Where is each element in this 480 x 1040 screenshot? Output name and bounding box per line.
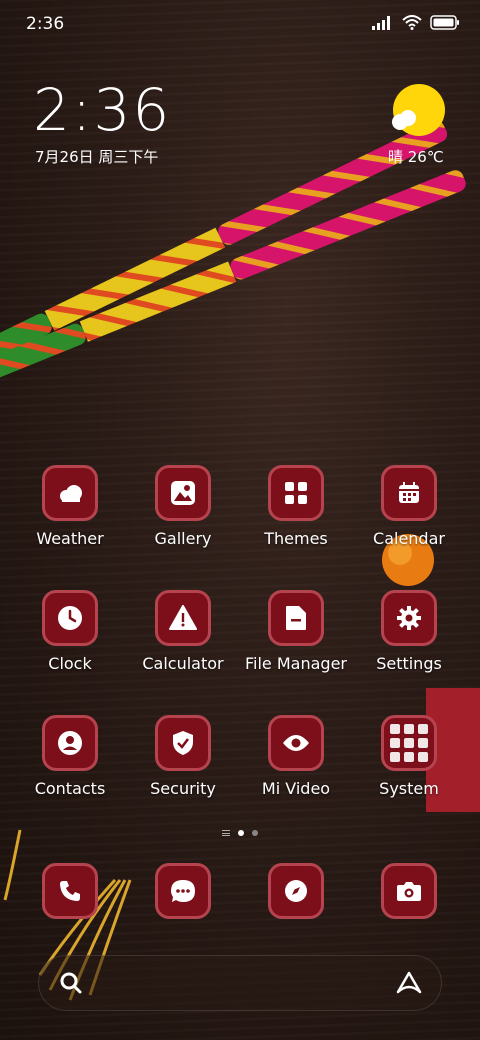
app-security[interactable]: Security bbox=[127, 715, 239, 798]
page-dot bbox=[252, 830, 258, 836]
weather-icon bbox=[42, 465, 98, 521]
clock-widget-date: 7月26日 周三下午 bbox=[35, 148, 159, 166]
app-file-manager[interactable]: File Manager bbox=[240, 590, 352, 673]
settings-icon bbox=[381, 590, 437, 646]
app-themes[interactable]: Themes bbox=[240, 465, 352, 548]
app-calendar[interactable]: Calendar bbox=[353, 465, 465, 548]
app-label: System bbox=[379, 779, 439, 798]
app-label: Themes bbox=[264, 529, 328, 548]
assistant-icon[interactable] bbox=[395, 970, 423, 996]
dock-camera[interactable] bbox=[353, 863, 465, 919]
app-label: Calculator bbox=[142, 654, 224, 673]
security-icon bbox=[155, 715, 211, 771]
weather-widget-text: 晴 26℃ bbox=[388, 148, 444, 166]
page-indicator-menu-icon bbox=[222, 830, 230, 836]
weather-widget[interactable]: 晴 26℃ bbox=[388, 84, 448, 166]
app-label: Calendar bbox=[373, 529, 445, 548]
battery-icon bbox=[430, 15, 459, 30]
app-clock[interactable]: Clock bbox=[14, 590, 126, 673]
app-label: Contacts bbox=[34, 779, 106, 798]
wifi-icon bbox=[402, 15, 422, 30]
home-screen: 2:36 2:36 7月26日 周三下午 晴 26℃ Weather Galle… bbox=[0, 0, 480, 1040]
contacts-icon bbox=[42, 715, 98, 771]
browser-icon bbox=[268, 863, 324, 919]
clock-icon bbox=[42, 590, 98, 646]
app-gallery[interactable]: Gallery bbox=[127, 465, 239, 548]
app-system-folder[interactable]: System bbox=[353, 715, 465, 798]
clock-widget-time[interactable]: 2:36 bbox=[33, 76, 171, 144]
page-indicator[interactable] bbox=[0, 830, 480, 836]
search-icon bbox=[60, 972, 82, 994]
app-label: Clock bbox=[48, 654, 92, 673]
app-label: Settings bbox=[376, 654, 442, 673]
cloud-icon-part bbox=[400, 110, 416, 126]
app-label: Security bbox=[150, 779, 216, 798]
app-label: Weather bbox=[36, 529, 104, 548]
gallery-icon bbox=[155, 465, 211, 521]
app-weather[interactable]: Weather bbox=[14, 465, 126, 548]
signal-icon bbox=[372, 15, 390, 30]
app-label: Mi Video bbox=[261, 779, 331, 798]
app-mi-video[interactable]: Mi Video bbox=[240, 715, 352, 798]
app-settings[interactable]: Settings bbox=[353, 590, 465, 673]
status-time: 2:36 bbox=[26, 14, 65, 34]
app-contacts[interactable]: Contacts bbox=[14, 715, 126, 798]
messages-icon bbox=[155, 863, 211, 919]
dock-phone[interactable] bbox=[14, 863, 126, 919]
file-manager-icon bbox=[268, 590, 324, 646]
page-dot-active bbox=[238, 830, 244, 836]
app-calculator[interactable]: Calculator bbox=[127, 590, 239, 673]
calendar-icon bbox=[381, 465, 437, 521]
search-bar[interactable] bbox=[38, 955, 442, 1011]
phone-icon bbox=[42, 863, 98, 919]
system-folder-icon bbox=[381, 715, 437, 771]
themes-icon bbox=[268, 465, 324, 521]
app-label: File Manager bbox=[245, 654, 347, 673]
mi-video-icon bbox=[268, 715, 324, 771]
calculator-icon bbox=[155, 590, 211, 646]
dock-messages[interactable] bbox=[127, 863, 239, 919]
app-label: Gallery bbox=[154, 529, 212, 548]
dock-browser[interactable] bbox=[240, 863, 352, 919]
status-icons bbox=[372, 15, 460, 30]
camera-icon bbox=[381, 863, 437, 919]
